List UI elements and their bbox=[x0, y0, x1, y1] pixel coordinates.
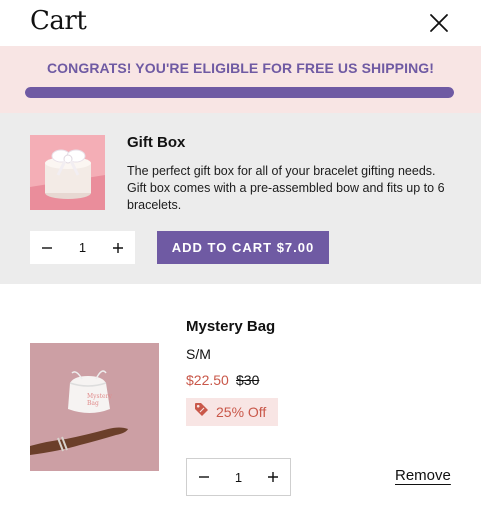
cart-item-quantity-stepper: 1 bbox=[186, 458, 291, 496]
cart-item-compare-price: $30 bbox=[236, 372, 260, 388]
minus-icon[interactable] bbox=[187, 459, 221, 495]
upsell-quantity-stepper: 1 bbox=[30, 231, 135, 264]
free-shipping-banner: CONGRATS! YOU'RE ELIGIBLE FOR FREE US SH… bbox=[0, 46, 481, 113]
add-to-cart-button[interactable]: ADD TO CART $7.00 bbox=[157, 231, 329, 264]
shipping-progress-bar bbox=[25, 87, 454, 98]
cart-title: Cart bbox=[30, 6, 87, 36]
gift-box-image bbox=[30, 135, 105, 210]
upsell-quantity-value[interactable]: 1 bbox=[64, 240, 101, 255]
svg-text:Bag: Bag bbox=[87, 400, 99, 407]
upsell-section: Gift Box The perfect gift box for all of… bbox=[0, 113, 481, 284]
cart-item-name: Mystery Bag bbox=[186, 318, 276, 335]
discount-badge: 25% Off bbox=[186, 398, 278, 426]
minus-icon[interactable] bbox=[30, 231, 64, 264]
cart-item-variant: S/M bbox=[186, 346, 211, 362]
svg-text:Mystery: Mystery bbox=[87, 393, 112, 400]
close-icon[interactable] bbox=[428, 12, 450, 34]
discount-label: 25% Off bbox=[216, 404, 267, 420]
cart-header: Cart bbox=[0, 0, 481, 46]
plus-icon[interactable] bbox=[256, 459, 290, 495]
shipping-progress-fill bbox=[25, 87, 454, 98]
plus-icon[interactable] bbox=[101, 231, 135, 264]
upsell-product-description: The perfect gift box for all of your bra… bbox=[127, 164, 445, 212]
remove-item-link[interactable]: Remove bbox=[395, 467, 451, 484]
free-shipping-message: CONGRATS! YOU'RE ELIGIBLE FOR FREE US SH… bbox=[46, 60, 435, 76]
upsell-product-name: Gift Box bbox=[127, 134, 186, 151]
mystery-bag-image: Mystery Bag bbox=[30, 343, 159, 471]
cart-item-quantity-value[interactable]: 1 bbox=[221, 470, 256, 485]
tag-icon bbox=[194, 402, 209, 422]
cart-item-price: $22.50 bbox=[186, 372, 229, 388]
